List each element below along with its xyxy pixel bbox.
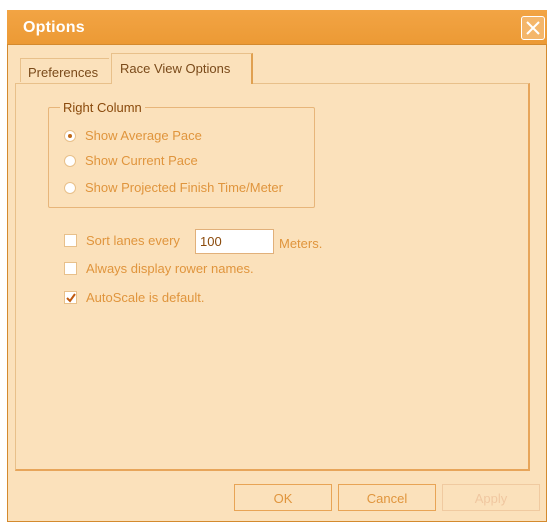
right-column-legend: Right Column xyxy=(60,100,145,115)
autoscale-label: AutoScale is default. xyxy=(86,290,205,305)
always-display-label: Always display rower names. xyxy=(86,261,254,276)
tab-race-view-options-label: Race View Options xyxy=(120,61,231,76)
apply-button[interactable]: Apply xyxy=(442,484,540,511)
tab-preferences[interactable]: Preferences xyxy=(20,58,109,82)
radio-label: Show Current Pace xyxy=(85,153,198,168)
close-button[interactable] xyxy=(521,16,545,40)
radio-button[interactable] xyxy=(64,155,76,167)
radio-label: Show Projected Finish Time/Meter xyxy=(85,180,283,195)
sort-lanes-label: Sort lanes every xyxy=(86,233,180,248)
tab-preferences-label: Preferences xyxy=(28,65,99,80)
sort-lanes-checkbox[interactable] xyxy=(64,234,77,247)
radio-button[interactable] xyxy=(64,182,76,194)
close-icon xyxy=(526,21,540,35)
title-bar: Options xyxy=(7,10,547,45)
sort-lanes-input[interactable]: 100 xyxy=(195,229,274,254)
tab-race-view-options[interactable]: Race View Options xyxy=(111,53,253,84)
radio-button[interactable] xyxy=(64,130,76,142)
cancel-button[interactable]: Cancel xyxy=(338,484,436,511)
window-title: Options xyxy=(23,19,85,36)
ok-button[interactable]: OK xyxy=(234,484,332,511)
always-display-checkbox[interactable] xyxy=(64,262,77,275)
radio-label: Show Average Pace xyxy=(85,128,202,143)
checkmark-icon xyxy=(66,293,76,303)
autoscale-checkbox[interactable] xyxy=(64,291,77,304)
meters-label: Meters. xyxy=(279,236,323,251)
radio-selected-dot xyxy=(68,134,72,138)
